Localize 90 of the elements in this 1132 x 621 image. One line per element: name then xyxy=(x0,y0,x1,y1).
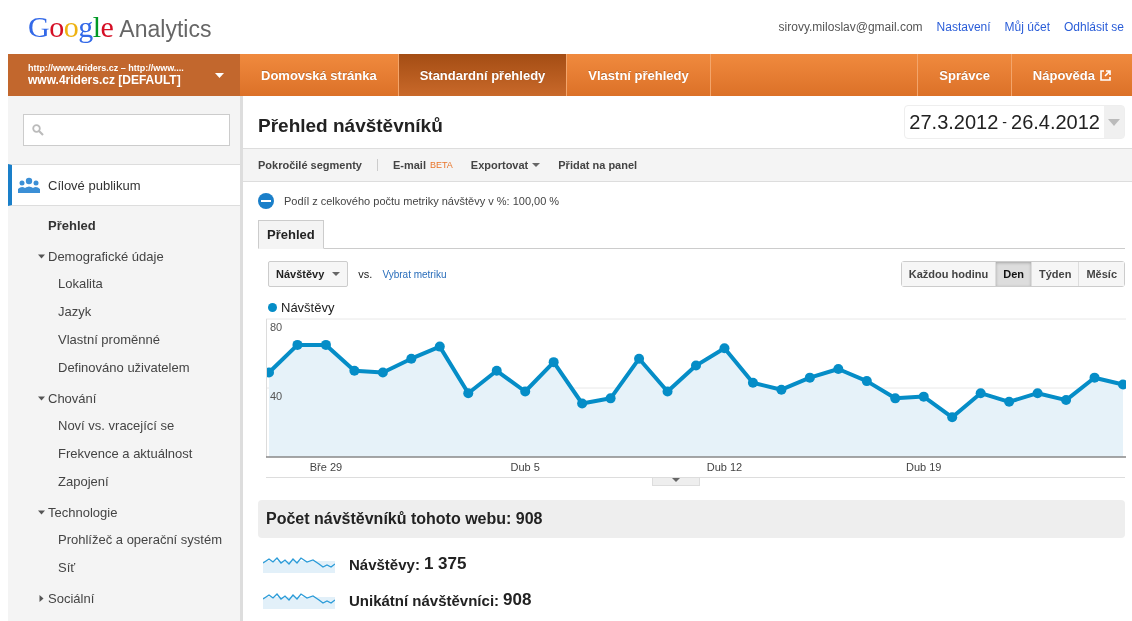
data-point xyxy=(406,353,417,364)
data-point xyxy=(918,391,929,402)
toolbar-button[interactable]: Přidat na panel xyxy=(549,159,647,171)
select-metric-link[interactable]: Vybrat metriku xyxy=(382,268,447,280)
report-tab[interactable]: Přehled xyxy=(258,220,324,249)
search-icon xyxy=(32,124,44,136)
x-axis-label: Dub 19 xyxy=(906,461,942,473)
caret-icon xyxy=(671,478,680,482)
data-point xyxy=(691,360,701,371)
caret-icon xyxy=(332,272,341,276)
sidebar-group[interactable]: Chování xyxy=(8,384,240,412)
x-axis-label: Dub 5 xyxy=(510,461,540,473)
sparkline-chart xyxy=(263,555,335,573)
data-point xyxy=(292,339,303,350)
data-point xyxy=(804,372,815,383)
caret-icon xyxy=(532,163,541,167)
sidebar-section[interactable]: Cílové publikum xyxy=(8,164,240,206)
data-point xyxy=(605,393,616,404)
data-point xyxy=(776,384,787,395)
people-icon xyxy=(18,177,40,193)
data-point xyxy=(747,377,758,388)
google-analytics-logo: Google Analytics xyxy=(28,10,212,44)
sidebar-group[interactable]: Sociální xyxy=(8,584,240,612)
data-point xyxy=(1032,388,1043,399)
x-axis-label: Bře 29 xyxy=(309,461,343,473)
sidebar-item[interactable]: Lokalita xyxy=(8,270,240,298)
data-point xyxy=(861,376,872,387)
metric-value: 908 xyxy=(503,590,532,610)
data-point xyxy=(577,398,588,409)
y-axis-label: 40 xyxy=(270,390,283,402)
account-selector[interactable]: http://www.4riders.cz – http://www.... www.4riders.cz [DEFAULT] xyxy=(8,54,240,96)
metric-dropdown[interactable]: Návštěvy xyxy=(268,261,349,287)
x-axis-label: Dub 12 xyxy=(706,461,743,473)
segment-note: Podíl z celkového počtu metriky návštěvy v %: 100,00 % xyxy=(284,195,560,207)
data-point xyxy=(1061,395,1072,406)
sidebar-item[interactable]: Frekvence a aktuálnost xyxy=(8,440,240,468)
granularity-button[interactable]: Měsíc xyxy=(1078,262,1124,286)
header-link[interactable]: Nastavení xyxy=(936,20,991,34)
vs-label: vs. xyxy=(358,268,373,280)
summary-header: Počet návštěvníků tohoto webu: 908 xyxy=(258,500,1125,538)
sidebar-group[interactable]: Demografické údaje xyxy=(8,242,240,270)
data-point xyxy=(434,341,445,352)
sidebar-item[interactable]: Přehled xyxy=(8,212,240,240)
data-point xyxy=(548,357,559,368)
metric-label: Návštěvy: xyxy=(349,555,420,573)
search-field[interactable] xyxy=(23,114,230,146)
sidebar-item[interactable]: Prohlížeč a operační systém xyxy=(8,526,240,554)
toolbar-button[interactable]: Exportovat xyxy=(461,159,550,171)
toolbar-button[interactable]: Pokročilé segmenty xyxy=(258,159,378,171)
data-point xyxy=(1089,372,1100,383)
metric-value: 1 375 xyxy=(423,554,467,574)
data-point xyxy=(890,393,901,404)
collapse-handle[interactable] xyxy=(651,478,700,486)
data-point xyxy=(975,388,986,399)
data-point xyxy=(833,364,844,375)
nav-tab[interactable]: Standardní přehledy xyxy=(398,54,568,96)
sidebar-item[interactable]: Noví vs. vracející se xyxy=(8,412,240,440)
granularity-button[interactable]: Den xyxy=(995,262,1031,286)
y-axis-label: 80 xyxy=(270,321,283,333)
sidebar-item[interactable]: Jazyk xyxy=(8,298,240,326)
page-title: Přehled návštěvníků xyxy=(258,115,443,137)
data-point xyxy=(947,412,958,423)
data-point xyxy=(719,343,730,354)
sidebar-group[interactable]: Technologie xyxy=(8,498,240,526)
granularity-button[interactable]: Každou hodinu xyxy=(901,262,996,286)
data-point xyxy=(349,365,360,376)
header-link[interactable]: Odhlásit se xyxy=(1063,20,1124,34)
data-point xyxy=(1118,379,1126,390)
data-point xyxy=(266,367,274,378)
data-point xyxy=(520,386,531,397)
sparkline-chart xyxy=(263,591,335,609)
user-email: sirovy.miloslav@gmail.com xyxy=(778,20,923,34)
metric-label: Unikátní návštěvníci: xyxy=(349,591,500,609)
sidebar-item[interactable]: Zapojení xyxy=(8,468,240,496)
data-point xyxy=(320,339,331,350)
sidebar-item[interactable]: Vlastní proměnné xyxy=(8,326,240,354)
header-link[interactable]: Můj účet xyxy=(1004,20,1050,34)
caret-icon xyxy=(1108,118,1120,126)
data-point xyxy=(634,353,645,364)
legend-label: Návštěvy xyxy=(281,299,335,315)
sidebar-item[interactable]: Síť xyxy=(8,554,240,582)
date-range-picker[interactable]: 27.3.2012 - 26.4.2012 xyxy=(904,105,1125,139)
data-point xyxy=(463,388,474,399)
data-point xyxy=(662,386,673,397)
sidebar-item[interactable]: Definováno uživatelem xyxy=(8,354,240,382)
caret-icon xyxy=(215,72,224,78)
data-point xyxy=(491,365,502,376)
data-point xyxy=(1004,396,1015,407)
granularity-button[interactable]: Týden xyxy=(1031,262,1079,286)
data-point xyxy=(377,367,388,378)
